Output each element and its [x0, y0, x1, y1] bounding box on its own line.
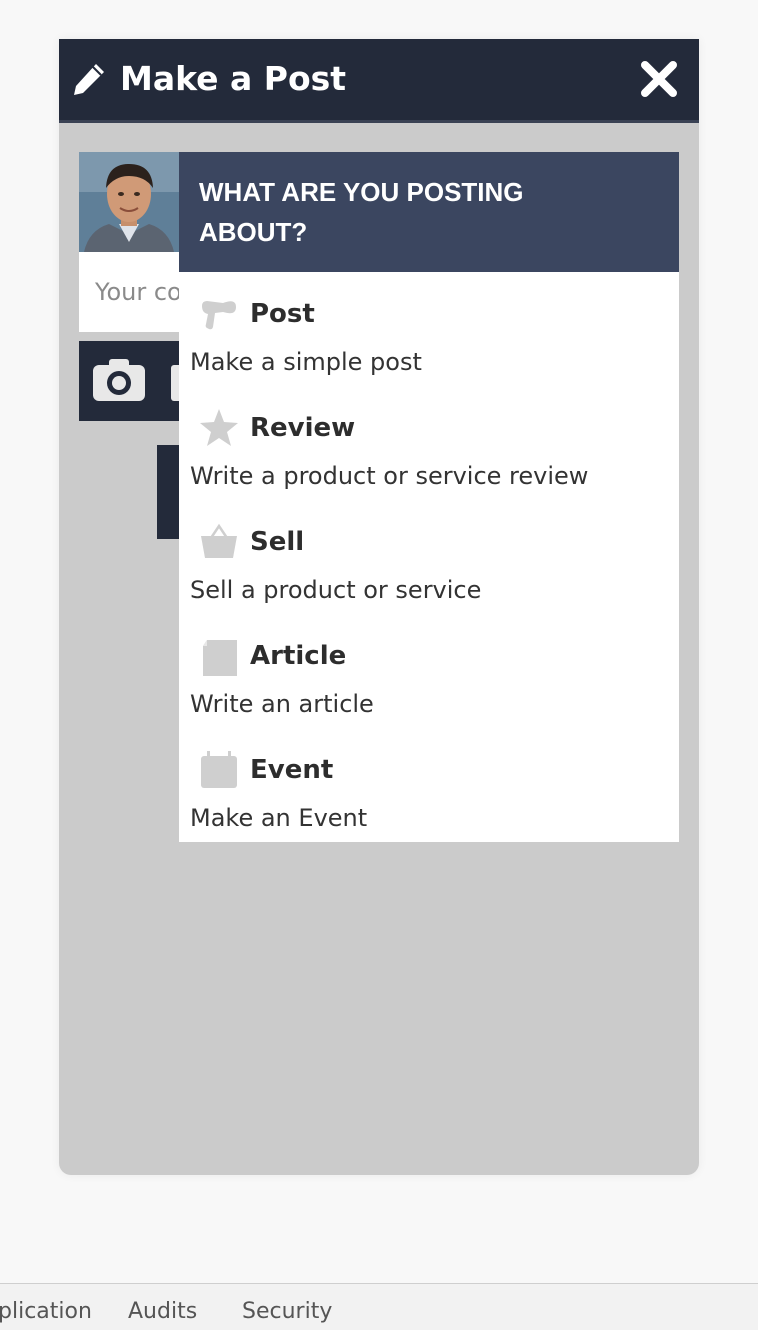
- modal-title: Make a Post: [120, 59, 347, 98]
- option-label: Event: [250, 755, 334, 785]
- devtools-tab-audits[interactable]: Audits: [128, 1298, 197, 1326]
- option-event[interactable]: Event Make an Event: [179, 750, 679, 860]
- dropdown-heading: WHAT ARE YOU POSTING ABOUT?: [199, 177, 524, 247]
- option-label: Review: [250, 413, 356, 443]
- camera-icon[interactable]: [91, 357, 147, 403]
- modal-header: Make a Post: [59, 39, 699, 123]
- option-label: Sell: [250, 527, 305, 557]
- option-description: Write a product or service review: [190, 462, 589, 490]
- devtools-tab-security[interactable]: Security: [242, 1298, 332, 1326]
- article-icon: [203, 640, 237, 676]
- dropdown-header: WHAT ARE YOU POSTING ABOUT?: [179, 152, 679, 272]
- option-label: Article: [250, 641, 347, 671]
- star-icon: [200, 409, 238, 446]
- option-label: Post: [250, 299, 315, 329]
- basket-icon: [201, 523, 237, 558]
- calendar-icon: [201, 751, 237, 788]
- option-description: Sell a product or service: [190, 576, 482, 604]
- avatar: [79, 152, 179, 252]
- option-post[interactable]: Post Make a simple post: [179, 294, 679, 404]
- devtools-tab-bar: plication Audits Security: [0, 1283, 758, 1330]
- option-description: Make a simple post: [190, 348, 422, 376]
- devtools-tab-application[interactable]: plication: [0, 1298, 92, 1326]
- option-article[interactable]: Article Write an article: [179, 636, 679, 746]
- option-description: Write an article: [190, 690, 374, 718]
- pencil-icon: [74, 64, 104, 95]
- megaphone-icon: [202, 301, 236, 330]
- option-sell[interactable]: Sell Sell a product or service: [179, 522, 679, 632]
- option-review[interactable]: Review Write a product or service review: [179, 408, 679, 518]
- close-icon[interactable]: [639, 59, 679, 99]
- option-description: Make an Event: [190, 804, 368, 832]
- post-type-dropdown: WHAT ARE YOU POSTING ABOUT? Post Make a …: [179, 152, 679, 842]
